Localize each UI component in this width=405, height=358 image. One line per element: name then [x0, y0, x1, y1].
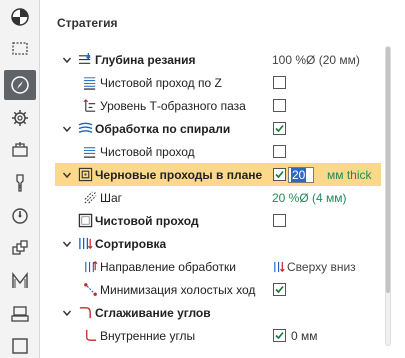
row-label: Минимизация холостых ход: [100, 282, 256, 297]
scrollbar-thumb[interactable]: [386, 47, 390, 293]
chevron-down-icon[interactable]: [61, 238, 73, 250]
spiral-icon: [77, 121, 93, 137]
chevron-down-icon[interactable]: [61, 54, 73, 66]
inner-corners-checkbox[interactable]: [273, 329, 286, 342]
row-label: Сортировка: [95, 236, 167, 251]
row-label: Внутренние углы: [100, 328, 196, 343]
roughing-thickness-input[interactable]: 20: [288, 166, 314, 183]
row-spiral-finish[interactable]: Чистовой проход: [41, 140, 381, 163]
empty-box-icon[interactable]: [4, 331, 36, 358]
row-label: Уровень Т-образного паза: [100, 98, 246, 113]
cut-depth-value[interactable]: 100 %Ø (20 мм): [272, 53, 360, 67]
gear-icon[interactable]: [4, 103, 36, 133]
row-inner-corners[interactable]: Внутренние углы 0 мм: [41, 324, 381, 347]
depth-layers-icon: [77, 52, 93, 68]
speed-icon[interactable]: [4, 200, 36, 230]
finish-z-checkbox[interactable]: [273, 76, 286, 89]
spiral-finish-checkbox[interactable]: [273, 145, 286, 158]
dashed-box-icon[interactable]: [4, 33, 36, 63]
chevron-down-icon[interactable]: [61, 307, 73, 319]
inner-corners-value[interactable]: 0 мм: [291, 329, 318, 343]
finish-pass-checkbox[interactable]: [273, 214, 286, 227]
links-icon[interactable]: [4, 233, 36, 263]
corner-smoothing-icon: [77, 305, 93, 321]
row-label: Чистовой проход по Z: [100, 75, 222, 90]
row-minimize-idle[interactable]: Минимизация холостых ход: [41, 278, 381, 301]
roughing-passes-icon: [77, 167, 93, 183]
direction-icon: [82, 259, 98, 275]
row-t-slot-level[interactable]: Уровень Т-образного паза: [41, 94, 381, 117]
direction-value-icon: [271, 259, 287, 275]
roughing-unit: мм thick: [327, 167, 372, 182]
strategy-compass-icon[interactable]: [4, 70, 36, 100]
row-label: Обработка по спирали: [95, 121, 231, 136]
stock-setup-icon[interactable]: [4, 135, 36, 165]
minimize-moves-icon: [82, 282, 98, 298]
row-spiral[interactable]: Обработка по спирали: [41, 117, 381, 140]
t-slot-icon: [82, 98, 98, 114]
row-label: Шаг: [100, 190, 123, 205]
row-finish-pass[interactable]: Чистовой проход: [41, 209, 381, 232]
row-label: Чистовой проход: [100, 144, 195, 159]
row-label: Чистовой проход: [95, 213, 199, 228]
finish-pass-icon: [82, 144, 98, 160]
row-direction[interactable]: Направление обработки Сверху вниз: [41, 255, 381, 278]
left-toolbar: [0, 0, 40, 358]
row-sorting[interactable]: Сортировка: [41, 232, 381, 255]
step-icon: [82, 190, 98, 206]
roughing-checkbox[interactable]: [273, 168, 286, 181]
step-value[interactable]: 20 %Ø (4 мм): [272, 191, 347, 205]
row-label: Глубина резания: [95, 52, 196, 67]
t-slot-checkbox[interactable]: [273, 99, 286, 112]
row-cut-depth[interactable]: Глубина резания 100 %Ø (20 мм): [41, 48, 381, 71]
finish-z-icon: [82, 75, 98, 91]
chevron-down-icon[interactable]: [61, 123, 73, 135]
row-finish-z[interactable]: Чистовой проход по Z: [41, 71, 381, 94]
row-label: Сглаживание углов: [95, 305, 211, 320]
panel-title: Стратегия: [57, 16, 118, 30]
row-corner-smoothing[interactable]: Сглаживание углов: [41, 301, 381, 324]
tool-icon[interactable]: [4, 168, 36, 198]
spiral-checkbox[interactable]: [273, 122, 286, 135]
row-label: Направление обработки: [100, 259, 236, 274]
strategy-panel: Стратегия Глубина резания 100 %Ø (20 мм)…: [41, 0, 405, 358]
inner-corner-icon: [82, 328, 98, 344]
strategy-window: Стратегия Глубина резания 100 %Ø (20 мм)…: [0, 0, 405, 358]
finish-pass-box-icon: [77, 213, 93, 229]
row-step[interactable]: Шаг 20 %Ø (4 мм): [41, 186, 381, 209]
sort-icon: [77, 236, 93, 252]
clamp-icon[interactable]: [4, 299, 36, 329]
scrollbar[interactable]: [385, 46, 391, 346]
row-label: Черновые проходы в плане: [95, 167, 263, 182]
minimize-checkbox[interactable]: [273, 283, 286, 296]
quadrant-circle-icon[interactable]: [4, 2, 36, 32]
chevron-down-icon[interactable]: [61, 169, 73, 181]
m-macro-icon[interactable]: [4, 266, 36, 296]
row-roughing-passes[interactable]: Черновые проходы в плане 20 мм thick: [55, 163, 381, 186]
direction-value[interactable]: Сверху вниз: [287, 260, 356, 274]
